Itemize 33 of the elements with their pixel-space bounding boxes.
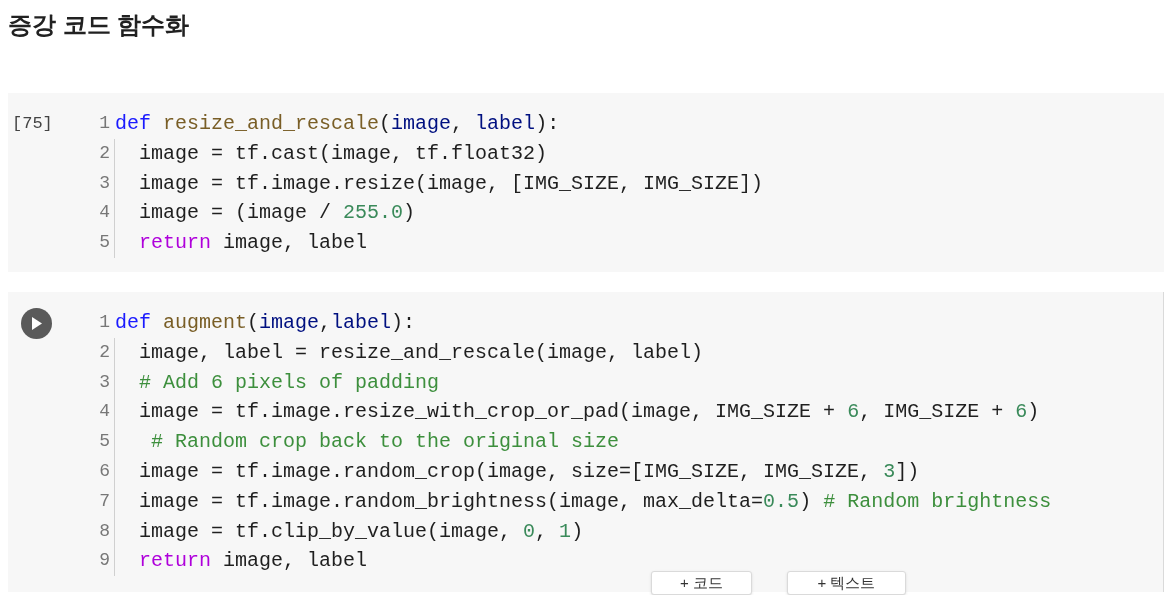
line-number: 9 <box>99 549 110 573</box>
line-number: 8 <box>99 519 110 543</box>
code-line: # Add 6 pixels of padding <box>114 367 1052 398</box>
line-number: 6 <box>99 459 110 483</box>
code-line: image = tf.clip_by_value(image, 0, 1) <box>114 516 1052 547</box>
line-number: 4 <box>99 400 110 424</box>
line-number: 1 <box>99 311 110 334</box>
section-heading: 증강 코드 함수화 <box>8 10 191 40</box>
play-icon <box>31 317 42 330</box>
line-number: 5 <box>99 231 110 255</box>
code-line: image = tf.cast(image, tf.float32) <box>114 138 764 169</box>
add-text-button[interactable]: + 텍스트 <box>787 571 906 595</box>
code-line: def augment(image,label): <box>114 310 417 336</box>
code-line: # Random crop back to the original size <box>114 427 1052 457</box>
line-number: 1 <box>99 112 110 135</box>
line-number: 3 <box>99 370 110 394</box>
code-line: image, label = resize_and_rescale(image, label) <box>114 337 1052 368</box>
add-code-button[interactable]: + 코드 <box>651 571 752 595</box>
code-line: image = tf.image.resize(image, [IMG_SIZE, IMG_SIZE]) <box>114 168 764 199</box>
line-number: 2 <box>99 340 110 364</box>
code-line: image = tf.image.resize_with_crop_or_pad(image, IMG_SIZE + 6, IMG_SIZE + 6) <box>114 397 1052 428</box>
line-number: 3 <box>99 171 110 195</box>
code-line: return image, label <box>114 228 764 258</box>
code-line: image = tf.image.random_crop(image, size=[IMG_SIZE, IMG_SIZE, 3]) <box>114 456 1052 487</box>
run-button[interactable] <box>21 308 52 339</box>
code-line: def resize_and_rescale(image, label): <box>114 111 561 137</box>
code-line: image = tf.image.random_brightness(image, max_delta=0.5) # Random brightness <box>114 486 1052 517</box>
line-number: 2 <box>99 141 110 165</box>
line-number: 5 <box>99 430 110 454</box>
execution-count: [75] <box>12 113 53 135</box>
line-number: 4 <box>99 201 110 225</box>
line-number: 7 <box>99 489 110 513</box>
code-line: image = (image / 255.0) <box>114 198 764 229</box>
